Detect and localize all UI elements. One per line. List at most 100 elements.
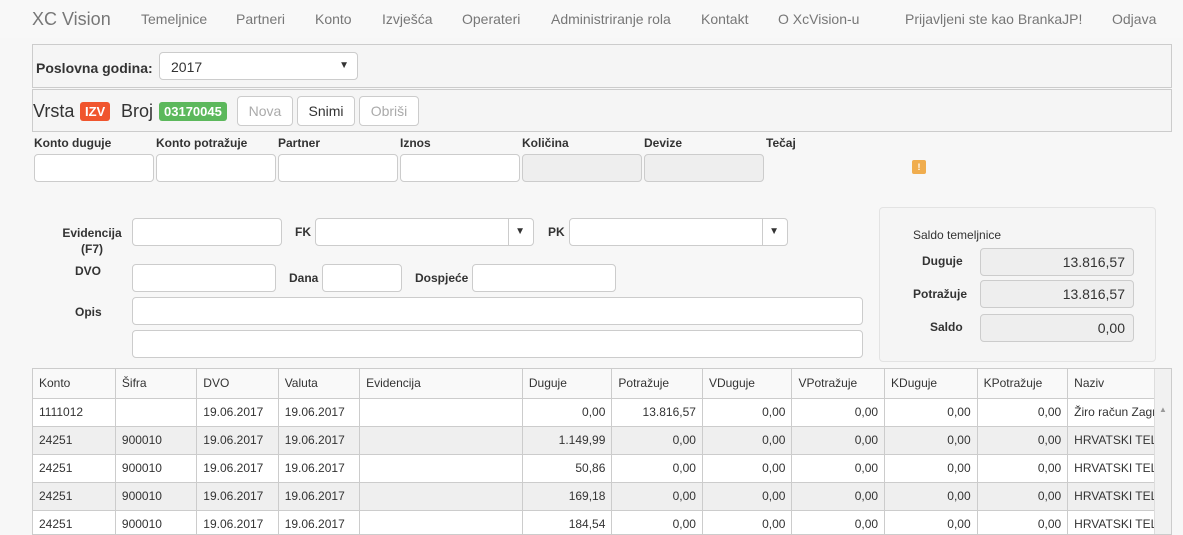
dvo-input[interactable] [132, 264, 276, 292]
saldo-potrazuje-value: 13.816,57 [980, 280, 1134, 308]
grid-scrollbar[interactable]: ▲ [1154, 369, 1171, 534]
column-header[interactable]: Valuta [278, 369, 361, 399]
konto-duguje-input[interactable] [34, 154, 154, 182]
table-cell: 0,00 [977, 454, 1069, 483]
nav-izvjesca[interactable]: Izvješća [382, 11, 433, 27]
dana-label: Dana [289, 271, 319, 285]
tecaj-label: Tečaj [766, 136, 796, 150]
nav-temeljnice[interactable]: Temeljnice [141, 11, 207, 27]
kolicina-label: Količina [522, 136, 569, 150]
table-row[interactable]: 24251 900010 19.06.2017 19.06.2017 1.149,99 0… [33, 426, 1171, 455]
table-cell: 0,00 [611, 426, 703, 455]
nav-konto[interactable]: Konto [315, 11, 352, 27]
dvo-label: DVO [75, 264, 102, 278]
opis-input-2[interactable] [132, 330, 863, 358]
nav-administriranje-rola[interactable]: Administriranje rola [551, 11, 671, 27]
table-cell: 0,00 [611, 510, 703, 534]
table-cell: 0,00 [791, 454, 886, 483]
table-cell: 0,00 [791, 510, 886, 534]
nav-o-xcvision[interactable]: O XcVision-u [778, 11, 859, 27]
konto-duguje-label: Konto duguje [34, 136, 112, 150]
table-cell [359, 426, 523, 455]
table-cell [359, 510, 523, 534]
column-header[interactable]: Potražuje [611, 369, 703, 399]
vrsta-label: Vrsta [33, 101, 75, 121]
nav-partneri[interactable]: Partneri [236, 11, 285, 27]
document-panel: Vrsta IZV Broj 03170045 Nova Snimi Obriš… [32, 89, 1172, 132]
delete-button[interactable]: Obriši [359, 96, 419, 126]
brand-logo[interactable]: XC Vision [32, 9, 111, 30]
table-cell: 0,00 [702, 398, 793, 427]
table-cell: 24251 [33, 454, 116, 483]
dospjece-input[interactable] [472, 264, 616, 292]
table-cell: 0,00 [702, 510, 793, 534]
table-row[interactable]: 24251 900010 19.06.2017 19.06.2017 184,54 0,0… [33, 510, 1171, 534]
table-cell: 0,00 [522, 398, 613, 427]
saldo-duguje-label: Duguje [922, 254, 963, 268]
saldo-potrazuje-label: Potražuje [913, 287, 968, 301]
fk-select[interactable]: ▼ [315, 218, 534, 246]
evidencija-input[interactable] [132, 218, 282, 246]
table-cell: 0,00 [791, 426, 886, 455]
column-header[interactable]: DVO [196, 369, 279, 399]
new-button[interactable]: Nova [237, 96, 293, 126]
table-cell: 19.06.2017 [278, 482, 361, 511]
save-button[interactable]: Snimi [297, 96, 355, 126]
table-cell: 19.06.2017 [196, 510, 279, 534]
table-cell [359, 398, 523, 427]
fk-select-divider [508, 219, 509, 245]
fk-label: FK [295, 225, 311, 239]
table-cell: 19.06.2017 [196, 398, 279, 427]
table-cell: 184,54 [522, 510, 613, 534]
nav-operateri[interactable]: Operateri [462, 11, 520, 27]
iznos-input[interactable] [400, 154, 520, 182]
year-select[interactable]: 2017 ▼ [159, 52, 358, 80]
dana-input[interactable] [322, 264, 402, 292]
column-header[interactable]: KDuguje [884, 369, 978, 399]
table-cell: 900010 [115, 426, 198, 455]
column-header[interactable]: Evidencija [359, 369, 523, 399]
table-cell [359, 454, 523, 483]
partner-label: Partner [278, 136, 321, 150]
entries-table: Konto Šifra DVO Valuta Evidencija Duguje Potra… [33, 369, 1171, 534]
saldo-label: Saldo [930, 320, 963, 334]
table-cell: 19.06.2017 [278, 426, 361, 455]
table-cell [115, 398, 198, 427]
table-header-row: Konto Šifra DVO Valuta Evidencija Duguje Potra… [33, 369, 1171, 399]
pk-select-divider [762, 219, 763, 245]
konto-potrazuje-input[interactable] [156, 154, 276, 182]
table-cell: 0,00 [977, 482, 1069, 511]
nav-kontakt[interactable]: Kontakt [701, 11, 748, 27]
partner-input[interactable] [278, 154, 398, 182]
table-row[interactable]: 24251 900010 19.06.2017 19.06.2017 169,18 0,0… [33, 482, 1171, 511]
broj-badge: 03170045 [159, 102, 227, 121]
table-cell: 19.06.2017 [196, 482, 279, 511]
column-header[interactable]: Duguje [522, 369, 613, 399]
column-header[interactable]: Konto [33, 369, 116, 399]
table-cell: 0,00 [702, 426, 793, 455]
column-header[interactable]: KPotražuje [977, 369, 1069, 399]
evidencija-label: Evidencija (F7) [62, 226, 122, 256]
table-body: 1111012 19.06.2017 19.06.2017 0,00 13.816,57… [33, 398, 1171, 534]
logout-link[interactable]: Odjava [1112, 11, 1156, 27]
table-row[interactable]: 24251 900010 19.06.2017 19.06.2017 50,86 0,00… [33, 454, 1171, 483]
scroll-up-icon[interactable]: ▲ [1159, 405, 1167, 414]
saldo-title: Saldo temeljnice [913, 228, 1002, 242]
warning-icon[interactable]: ! [912, 160, 926, 174]
kolicina-input[interactable] [522, 154, 642, 182]
pk-label: PK [548, 225, 565, 239]
konto-potrazuje-label: Konto potražuje [156, 136, 248, 150]
table-cell: 13.816,57 [611, 398, 703, 427]
table-cell: 0,00 [977, 510, 1069, 534]
table-cell: 0,00 [611, 482, 703, 511]
table-cell: 900010 [115, 482, 198, 511]
column-header[interactable]: VDuguje [702, 369, 793, 399]
pk-select[interactable]: ▼ [569, 218, 788, 246]
table-cell: 0,00 [884, 454, 978, 483]
table-row[interactable]: 1111012 19.06.2017 19.06.2017 0,00 13.816,57… [33, 398, 1171, 427]
column-header[interactable]: VPotražuje [791, 369, 886, 399]
column-header[interactable]: Šifra [115, 369, 198, 399]
table-cell: 0,00 [611, 454, 703, 483]
devize-input[interactable] [644, 154, 764, 182]
opis-input-1[interactable] [132, 297, 863, 325]
